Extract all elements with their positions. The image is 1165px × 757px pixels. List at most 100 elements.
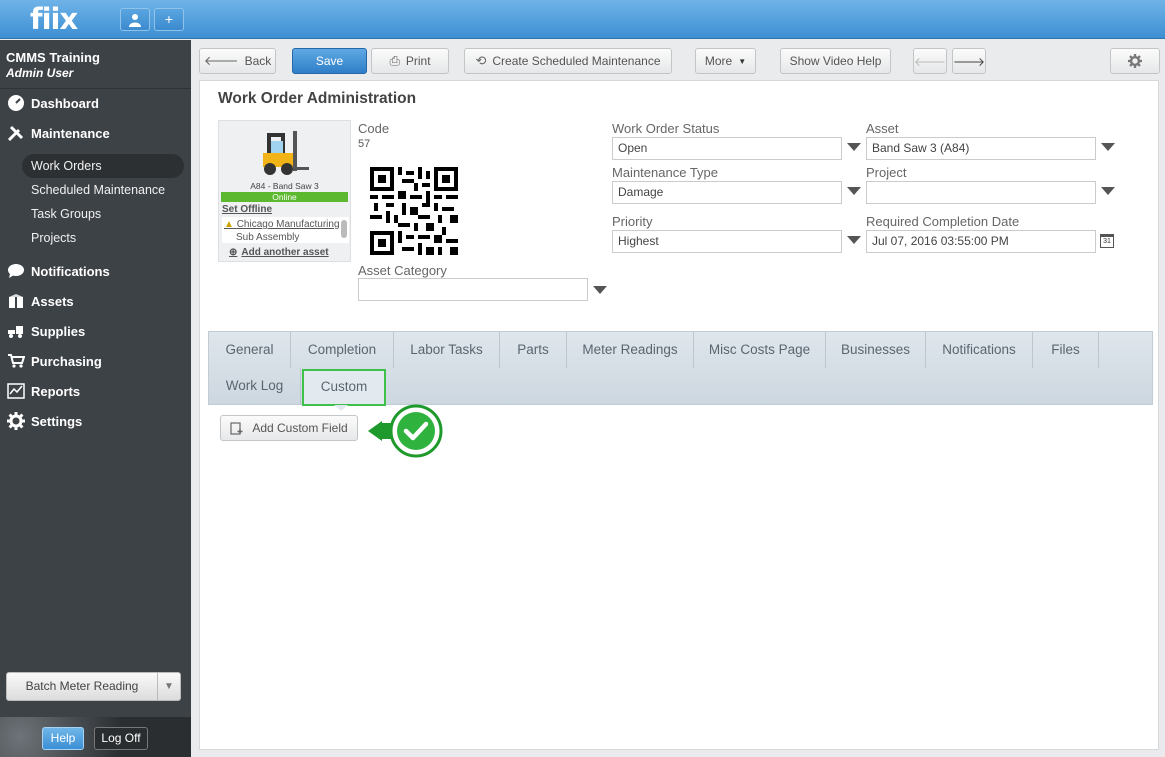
sidebar-item-task-groups[interactable]: Task Groups (22, 202, 184, 226)
batch-meter-reading-label: Batch Meter Reading (7, 673, 158, 700)
dashboard-icon (6, 94, 26, 112)
tab-custom[interactable]: Custom (302, 369, 386, 406)
sidebar-item-projects[interactable]: Projects (22, 226, 184, 250)
add-icon[interactable]: + (154, 8, 184, 31)
tab-general[interactable]: General (209, 332, 291, 368)
chevron-down-icon[interactable] (593, 286, 607, 294)
prev-record-button[interactable]: 🡐 (913, 48, 947, 74)
tab-notifications[interactable]: Notifications (926, 332, 1033, 368)
chevron-down-icon[interactable] (847, 143, 861, 151)
required-completion-date-input[interactable]: Jul 07, 2016 03:55:00 PM (866, 230, 1096, 253)
sidebar-item-scheduled-maintenance[interactable]: Scheduled Maintenance (22, 178, 184, 202)
help-button[interactable]: Help (42, 727, 84, 750)
project-label: Project (866, 165, 907, 180)
tab-work-log[interactable]: Work Log (209, 368, 301, 404)
add-asset-icon: ⊕ (229, 247, 238, 258)
chevron-down-icon[interactable] (1101, 187, 1115, 195)
add-custom-field-label: Add Custom Field (252, 421, 348, 435)
nav-reports[interactable]: Reports (0, 378, 191, 404)
create-scheduled-maintenance-button[interactable]: ⟲ Create Scheduled Maintenance (464, 48, 672, 74)
back-button[interactable]: 🡐 Back (199, 48, 276, 74)
add-custom-field-button[interactable]: Add Custom Field (220, 415, 358, 441)
sidebar: CMMS Training Admin User Dashboard Maint… (0, 40, 191, 757)
org-user: Admin User (6, 66, 74, 80)
chevron-down-icon[interactable]: ▼ (158, 681, 180, 692)
nav-label: Settings (31, 413, 83, 429)
tab-pointer (334, 405, 348, 411)
location-link[interactable]: ▲ Chicago Manufacturing (224, 219, 340, 230)
more-button[interactable]: More ▼ (695, 48, 756, 74)
nav-supplies[interactable]: Supplies (0, 318, 191, 344)
nav-dashboard[interactable]: Dashboard (0, 90, 191, 116)
arrow-right-icon: 🡒 (952, 54, 986, 69)
nav-purchasing[interactable]: Purchasing (0, 348, 191, 374)
show-video-help-button[interactable]: Show Video Help (780, 48, 891, 74)
chevron-down-icon[interactable] (847, 187, 861, 195)
nav-label: Dashboard (31, 95, 99, 111)
add-field-icon (230, 422, 243, 435)
chat-bubble-icon (6, 262, 26, 280)
nav-label: Purchasing (31, 353, 102, 369)
chevron-down-icon[interactable] (1101, 143, 1115, 151)
sidebar-item-work-orders[interactable]: Work Orders (22, 154, 184, 178)
code-label: Code (358, 121, 390, 136)
more-label: More (704, 54, 733, 68)
nav-notifications[interactable]: Notifications (0, 258, 191, 284)
asset-name: A84 - Band Saw 3 (250, 181, 319, 191)
history-icon: ⟲ (475, 53, 487, 68)
tab-labor-tasks[interactable]: Labor Tasks (394, 332, 500, 368)
set-offline-link[interactable]: Set Offline (222, 204, 272, 215)
asset-category-select[interactable] (358, 278, 588, 301)
next-record-button[interactable]: 🡒 (952, 48, 986, 74)
tab-misc-costs-page[interactable]: Misc Costs Page (694, 332, 826, 368)
nav-maintenance[interactable]: Maintenance (0, 120, 191, 146)
project-select[interactable] (866, 181, 1096, 204)
add-another-asset-link[interactable]: ⊕ Add another asset (229, 247, 329, 258)
status-badge: Online (221, 192, 348, 202)
tab-businesses[interactable]: Businesses (826, 332, 926, 368)
main-panel: Work Order Administration A84 - Band Saw… (199, 80, 1159, 750)
tab-parts[interactable]: Parts (500, 332, 567, 368)
caret-down-icon: ▼ (738, 56, 747, 66)
arrow-left-icon: 🡐 (203, 53, 239, 68)
location-list: ▲ Chicago Manufacturing Sub Assembly (222, 217, 349, 243)
asset-category-label: Asset Category (358, 263, 447, 278)
print-button[interactable]: ⎙ Print (371, 48, 449, 74)
forklift-icon (6, 322, 26, 340)
calendar-icon[interactable]: 31 (1100, 234, 1114, 248)
tab-completion[interactable]: Completion (291, 332, 394, 368)
maintenance-type-select[interactable]: Damage (612, 181, 842, 204)
priority-label: Priority (612, 214, 653, 229)
asset-card: A84 - Band Saw 3 Online Set Offline ▲ Ch… (218, 120, 351, 262)
building-icon: ▲ (224, 219, 234, 230)
sidebar-footer: Help Log Off (0, 717, 191, 757)
nav-assets[interactable]: Assets (0, 288, 191, 314)
asset-label: Asset (866, 121, 899, 136)
nav-settings[interactable]: Settings (0, 408, 191, 434)
work-order-status-label: Work Order Status (612, 121, 720, 136)
log-off-button[interactable]: Log Off (94, 727, 148, 750)
scrollbar[interactable] (341, 220, 347, 238)
work-order-status-select[interactable]: Open (612, 137, 842, 160)
fiix-logo[interactable]: fiix (30, 2, 78, 36)
nav-label: Notifications (31, 263, 110, 279)
tab-meter-readings[interactable]: Meter Readings (567, 332, 694, 368)
chevron-down-icon[interactable] (847, 236, 861, 244)
forklift-image (263, 131, 309, 175)
org-info: CMMS Training Admin User (0, 40, 191, 89)
box-icon (6, 292, 26, 310)
settings-button[interactable] (1110, 48, 1160, 74)
tab-files[interactable]: Files (1033, 332, 1099, 368)
asset-select[interactable]: Band Saw 3 (A84) (866, 137, 1096, 160)
arrow-left-icon: 🡐 (913, 54, 947, 69)
toolbar: 🡐 Back Save ⎙ Print ⟲ Create Scheduled M… (191, 40, 1165, 80)
save-button[interactable]: Save (292, 48, 367, 74)
user-icon[interactable] (120, 8, 150, 31)
sub-location: Sub Assembly (236, 232, 300, 243)
checkmark-badge-icon (368, 404, 443, 458)
priority-select[interactable]: Highest (612, 230, 842, 253)
nav-label: Reports (31, 383, 81, 399)
batch-meter-reading-button[interactable]: Batch Meter Reading ▼ (6, 672, 181, 701)
gear-icon (6, 412, 26, 430)
nav-label: Assets (31, 293, 74, 309)
